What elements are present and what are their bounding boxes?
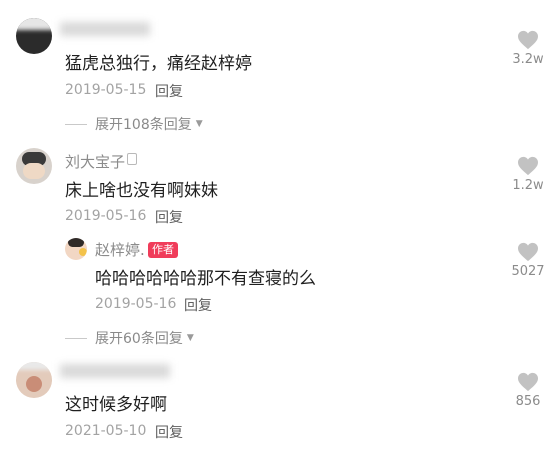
avatar[interactable] [16,18,52,54]
like-button[interactable]: 5027 [506,242,550,279]
blurred-username [60,22,150,36]
like-button[interactable]: 3.2w [506,30,550,67]
comment-text: 哈哈哈哈哈哈那不有查寝的么 [95,269,316,289]
heart-icon [518,242,538,262]
like-count: 1.2w [512,178,544,193]
like-count: 856 [515,394,541,409]
expand-replies[interactable]: 展开60条回复 ▼ [65,328,194,348]
caret-down-icon: ▼ [186,333,194,343]
reply-button[interactable]: 回复 [184,295,212,315]
avatar[interactable] [65,238,87,260]
avatar[interactable] [16,362,52,398]
comment-date: 2019-05-16 [65,208,147,224]
heart-icon [518,30,538,50]
comment-text: 这时候多好啊 [65,395,167,415]
comment-text: 床上啥也没有啊妹妹 [65,181,218,201]
author-badge: 作者 [148,242,178,258]
verified-icon [127,153,138,165]
comment-text: 猛虎总独行，痛经赵梓婷 [65,54,252,74]
like-button[interactable]: 1.2w [506,156,550,193]
expand-replies[interactable]: 展开108条回复 ▼ [65,114,203,134]
comment-date: 2021-05-10 [65,423,147,439]
username[interactable]: 赵梓婷. [95,239,145,260]
caret-down-icon: ▼ [195,119,203,129]
username[interactable]: 刘大宝子 [65,151,138,172]
reply-button[interactable]: 回复 [155,81,183,101]
expand-replies-label: 展开108条回复 [95,117,192,133]
like-count: 5027 [511,264,545,279]
comment-date: 2019-05-16 [95,296,177,312]
like-count: 3.2w [512,52,544,67]
heart-icon [518,156,538,176]
heart-icon [518,372,538,392]
blurred-username [60,364,170,378]
like-button[interactable]: 856 [506,372,550,409]
avatar[interactable] [16,148,52,184]
divider-line [65,123,87,125]
expand-replies-label: 展开60条回复 [95,331,183,347]
divider-line [65,337,87,339]
reply-button[interactable]: 回复 [155,422,183,442]
reply-button[interactable]: 回复 [155,207,183,227]
comment-date: 2019-05-15 [65,82,147,98]
